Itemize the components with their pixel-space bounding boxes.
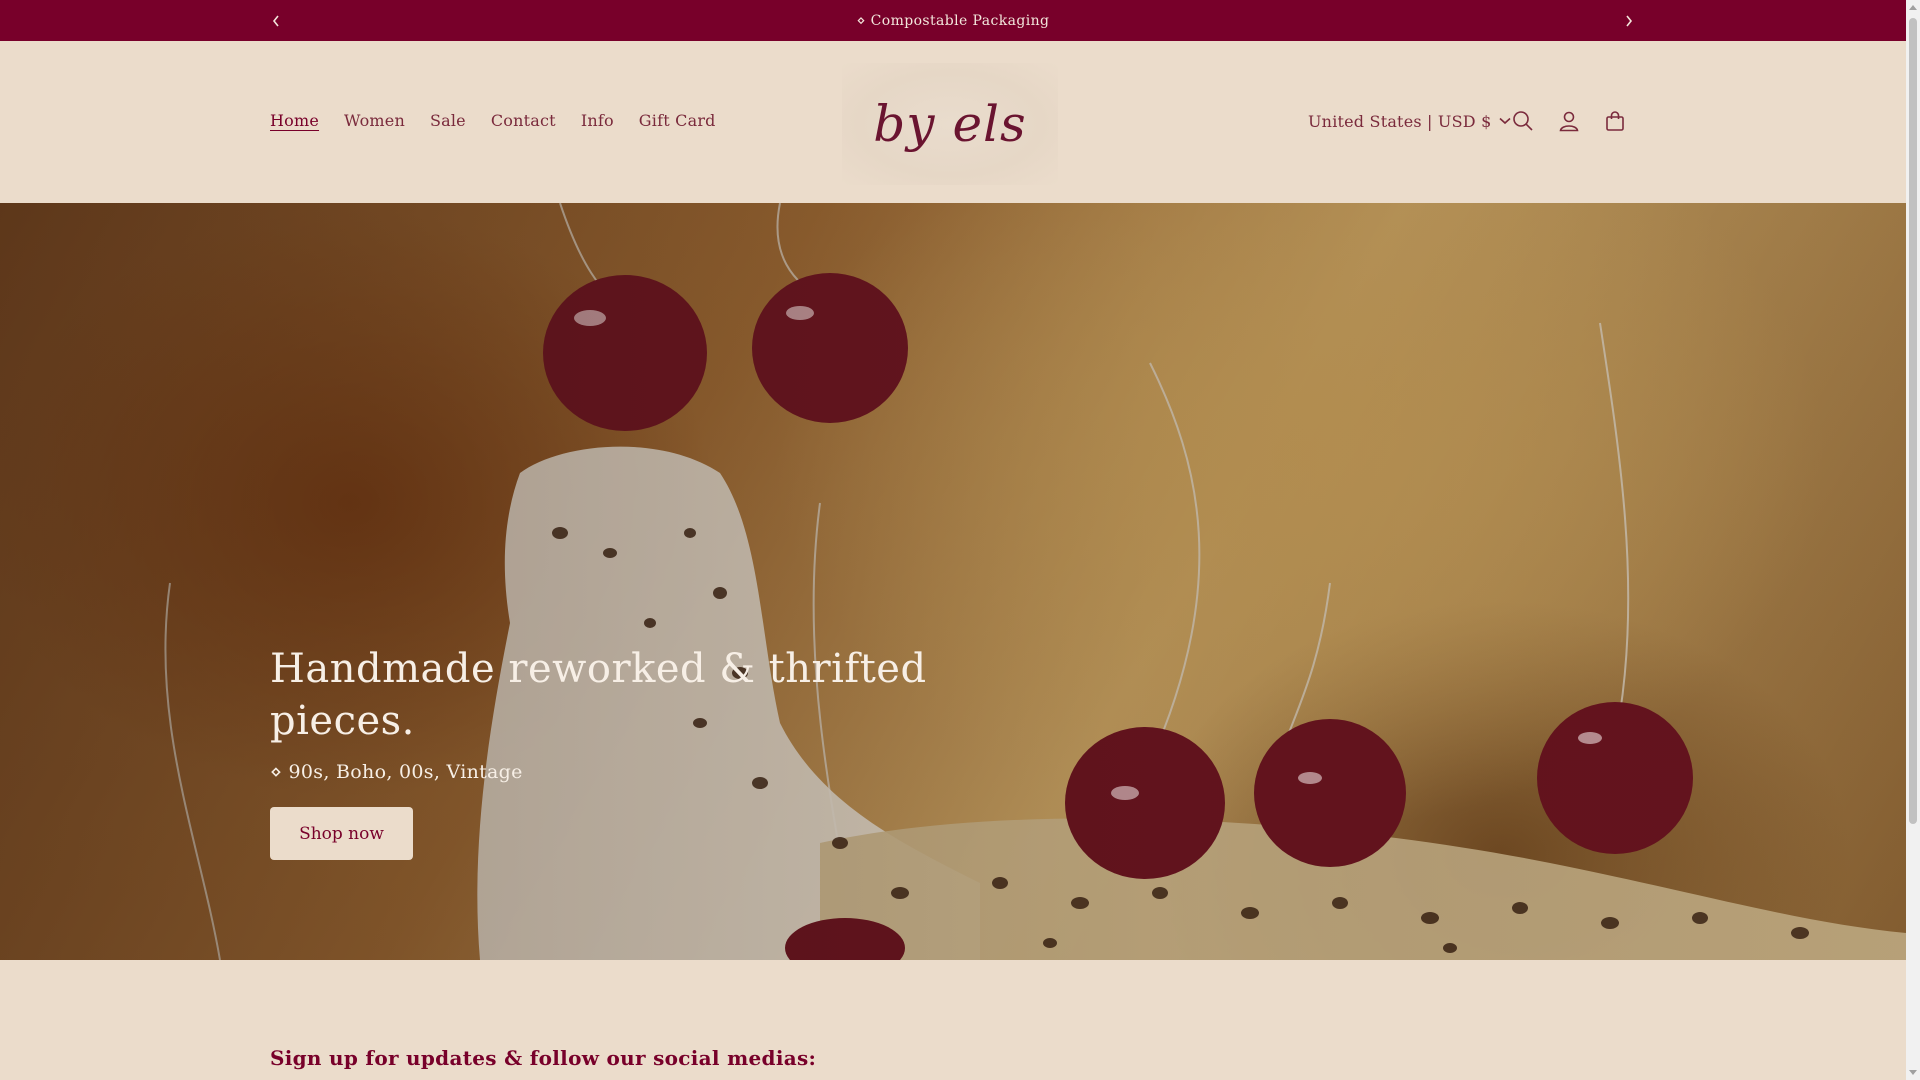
logo-text: by els — [873, 95, 1027, 153]
nav-item-gift-card[interactable]: Gift Card — [639, 111, 716, 130]
nav-item-info[interactable]: Info — [581, 111, 614, 130]
announcement-text: ⋄ Compostable Packaging — [856, 12, 1050, 29]
chevron-right-icon — [1626, 15, 1633, 26]
scroll-down-arrow-icon — [1909, 1070, 1917, 1075]
hero-title: Handmade reworked & thrifted pieces. — [270, 646, 927, 744]
page-scrollbar[interactable] — [1906, 0, 1920, 1080]
header-icons — [1500, 98, 1638, 144]
hero-content: Handmade reworked & thrifted pieces. ⋄ 9… — [270, 643, 990, 860]
newsletter-heading: Sign up for updates & follow our social … — [270, 1046, 817, 1070]
currency-label: United States | USD $ — [1308, 111, 1492, 131]
account-icon — [1559, 111, 1579, 132]
scroll-up-arrow-icon — [1909, 5, 1917, 10]
scroll-down-button[interactable] — [1906, 1066, 1920, 1080]
search-button[interactable] — [1500, 98, 1546, 144]
announcement-prev-button[interactable] — [256, 0, 296, 41]
hero-subtitle: ⋄ 90s, Boho, 00s, Vintage — [270, 761, 523, 783]
header-utilities: United States | USD $ — [1308, 101, 1512, 141]
account-button[interactable] — [1546, 98, 1592, 144]
cart-icon — [1606, 111, 1624, 131]
shop-now-button[interactable]: Shop now — [270, 807, 413, 860]
hero-banner: Handmade reworked & thrifted pieces. ⋄ 9… — [0, 203, 1906, 960]
search-icon — [1513, 111, 1533, 131]
nav-item-contact[interactable]: Contact — [491, 111, 556, 130]
cart-button[interactable] — [1592, 98, 1638, 144]
nav-item-home[interactable]: Home — [270, 111, 319, 130]
scrollbar-thumb[interactable] — [1909, 18, 1917, 824]
currency-selector[interactable]: United States | USD $ — [1308, 111, 1512, 131]
announcement-next-button[interactable] — [1609, 0, 1649, 41]
site-header: Home Women Sale Contact Info Gift Card b… — [0, 41, 1906, 203]
nav-item-women[interactable]: Women — [344, 111, 405, 130]
main-nav: Home Women Sale Contact Info Gift Card — [270, 111, 716, 130]
announcement-bar: ⋄ Compostable Packaging — [0, 0, 1906, 41]
site-logo[interactable]: by els — [842, 63, 1058, 185]
nav-item-sale[interactable]: Sale — [430, 111, 466, 130]
scroll-up-button[interactable] — [1906, 0, 1920, 14]
chevron-left-icon — [272, 15, 279, 26]
